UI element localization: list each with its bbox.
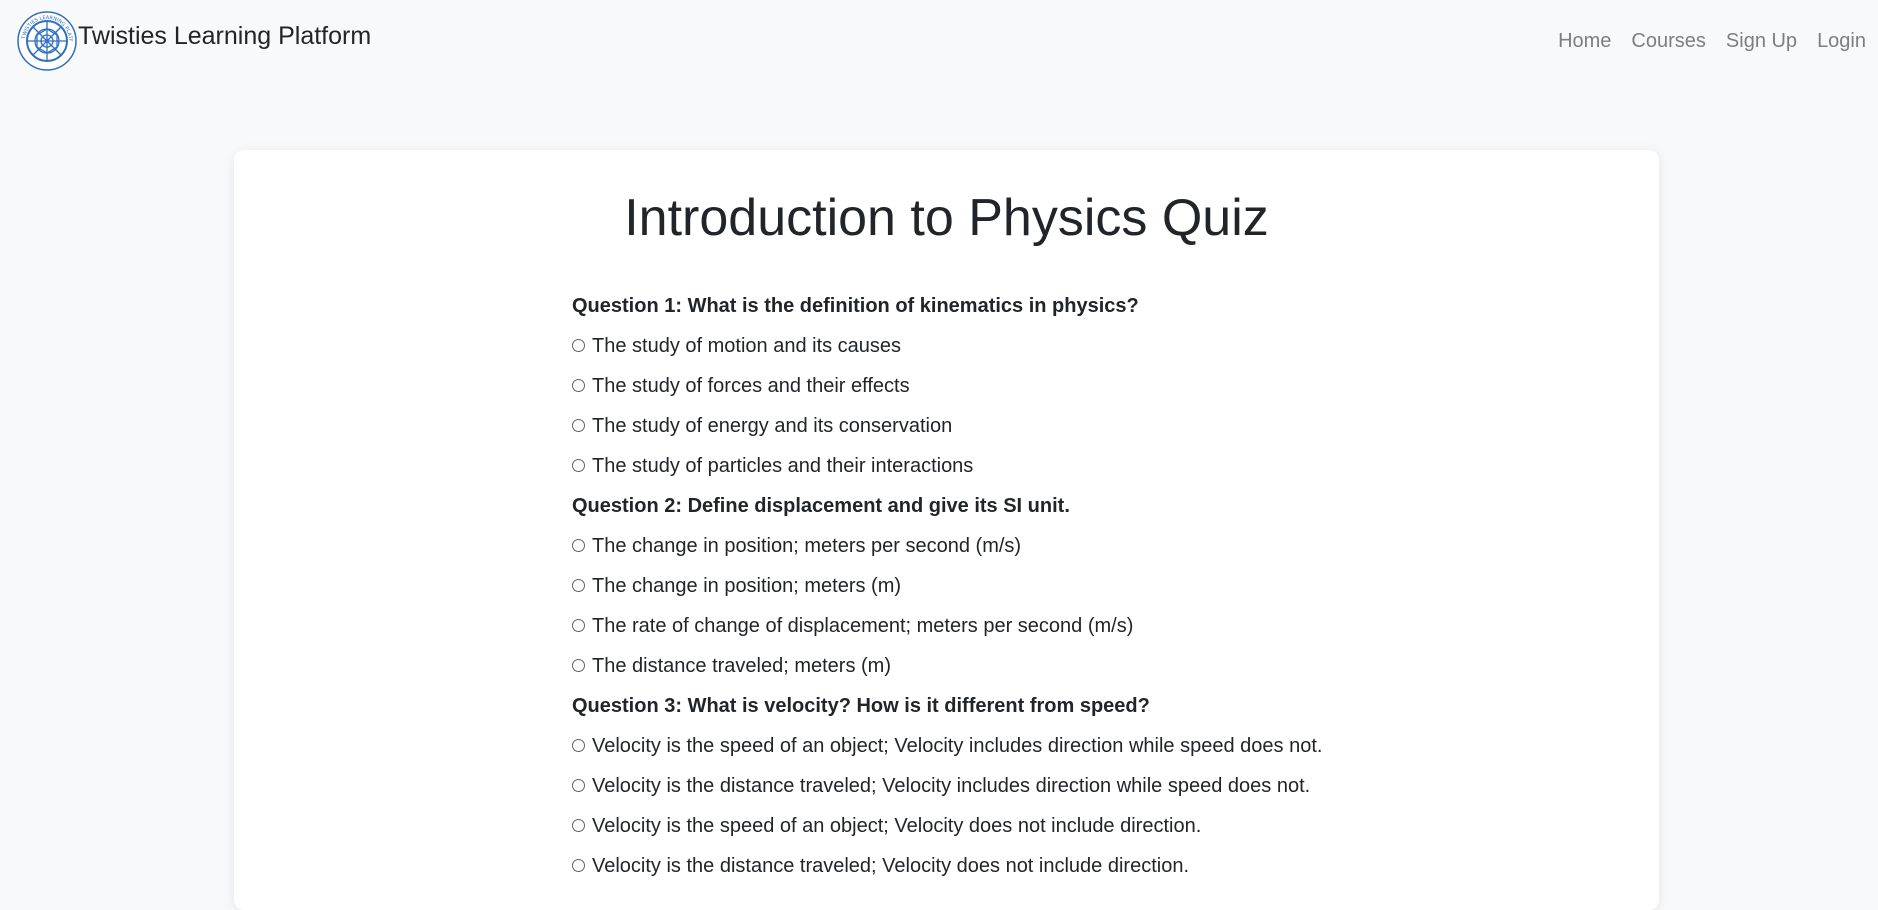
nav-courses-link[interactable]: Courses	[1631, 30, 1705, 53]
answer-option[interactable]: The change in position; meters per secon…	[572, 526, 1472, 566]
radio-button[interactable]	[572, 618, 585, 632]
answer-option[interactable]: The rate of change of displacement; mete…	[572, 606, 1472, 646]
answer-option[interactable]: The study of forces and their effects	[572, 366, 1472, 406]
option-label: Velocity is the distance traveled; Veloc…	[592, 854, 1190, 877]
option-label: The distance traveled; meters (m)	[592, 654, 891, 677]
quiz-title: Introduction to Physics Quiz	[624, 189, 1269, 247]
answer-option[interactable]: Velocity is the speed of an object; Velo…	[572, 806, 1472, 846]
option-label: The change in position; meters per secon…	[592, 534, 1022, 557]
nav-login-link[interactable]: Login	[1817, 30, 1866, 53]
answer-option[interactable]: The study of motion and its causes	[572, 326, 1472, 366]
answer-option[interactable]: The change in position; meters (m)	[572, 566, 1472, 606]
radio-button[interactable]	[572, 738, 585, 752]
radio-button[interactable]	[572, 418, 585, 432]
logo-icon: TWISTIES LEARNING PLATFORM	[16, 10, 77, 71]
option-label: Velocity is the speed of an object; Velo…	[592, 734, 1323, 757]
brand-name[interactable]: Twisties Learning Platform	[78, 22, 371, 51]
radio-button[interactable]	[572, 538, 585, 552]
answer-option[interactable]: Velocity is the distance traveled; Veloc…	[572, 766, 1472, 806]
question-2: Question 2: Define displacement and give…	[572, 486, 1472, 686]
question-1: Question 1: What is the definition of ki…	[572, 286, 1472, 486]
nav-links: Home Courses Sign Up Login	[1558, 30, 1866, 53]
nav-home-link[interactable]: Home	[1558, 30, 1611, 53]
radio-button[interactable]	[572, 458, 585, 472]
radio-button[interactable]	[572, 658, 585, 672]
option-label: The study of particles and their interac…	[592, 454, 974, 477]
answer-option[interactable]: Velocity is the speed of an object; Velo…	[572, 726, 1472, 766]
radio-button[interactable]	[572, 578, 585, 592]
answer-option[interactable]: Velocity is the distance traveled; Veloc…	[572, 846, 1472, 886]
option-label: The study of forces and their effects	[592, 374, 910, 397]
answer-option[interactable]: The study of particles and their interac…	[572, 446, 1472, 486]
brand[interactable]: TWISTIES LEARNING PLATFORM Twisties Lear…	[16, 10, 371, 72]
radio-button[interactable]	[572, 378, 585, 392]
question-text: Question 1: What is the definition of ki…	[572, 295, 1139, 317]
top-navbar: TWISTIES LEARNING PLATFORM Twisties Lear…	[0, 0, 1878, 86]
quiz-card: Introduction to Physics Quiz Question 1:…	[234, 150, 1659, 910]
answer-option[interactable]: The distance traveled; meters (m)	[572, 646, 1472, 686]
radio-button[interactable]	[572, 338, 585, 352]
question-3: Question 3: What is velocity? How is it …	[572, 686, 1472, 886]
option-label: The change in position; meters (m)	[592, 574, 902, 597]
question-text: Question 2: Define displacement and give…	[572, 495, 1070, 517]
option-label: The study of motion and its causes	[592, 334, 902, 357]
quiz-form: Question 1: What is the definition of ki…	[572, 286, 1472, 886]
radio-button[interactable]	[572, 778, 585, 792]
radio-button[interactable]	[572, 818, 585, 832]
option-label: Velocity is the speed of an object; Velo…	[592, 814, 1202, 837]
option-label: The study of energy and its conservation	[592, 414, 953, 437]
question-text: Question 3: What is velocity? How is it …	[572, 695, 1150, 717]
answer-option[interactable]: The study of energy and its conservation	[572, 406, 1472, 446]
option-label: Velocity is the distance traveled; Veloc…	[592, 774, 1311, 797]
radio-button[interactable]	[572, 858, 585, 872]
option-label: The rate of change of displacement; mete…	[592, 614, 1134, 637]
nav-signup-link[interactable]: Sign Up	[1726, 30, 1797, 53]
